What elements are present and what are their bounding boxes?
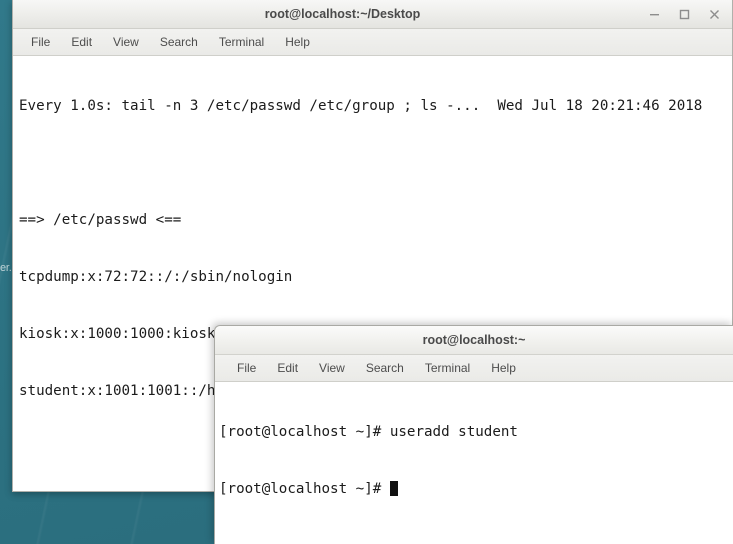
menu-help[interactable]: Help [483,359,524,377]
terminal-output-shell[interactable]: [root@localhost ~]# useradd student [roo… [215,382,733,537]
minimize-icon[interactable] [646,6,662,22]
menu-search[interactable]: Search [152,33,206,51]
window-titlebar-shell[interactable]: root@localhost:~ [215,326,733,355]
menu-file[interactable]: File [23,33,58,51]
menu-view[interactable]: View [311,359,353,377]
terminal-line: [root@localhost ~]# useradd student [219,424,518,440]
close-icon[interactable] [706,6,722,22]
window-title-shell: root@localhost:~ [422,333,526,347]
window-titlebar-watch[interactable]: root@localhost:~/Desktop [13,0,732,29]
menu-view[interactable]: View [105,33,147,51]
menu-search[interactable]: Search [358,359,412,377]
terminal-window-shell[interactable]: root@localhost:~ File Edit View Search T… [214,325,733,544]
terminal-cursor [389,481,398,496]
menu-file[interactable]: File [229,359,264,377]
terminal-line: tcpdump:x:72:72::/:/sbin/nologin [19,269,293,285]
menu-edit[interactable]: Edit [63,33,100,51]
terminal-prompt-text: [root@localhost ~]# [219,481,390,497]
menubar-watch[interactable]: File Edit View Search Terminal Help [13,29,732,56]
window-controls-watch[interactable] [646,0,728,28]
menu-terminal[interactable]: Terminal [211,33,272,51]
menubar-shell[interactable]: File Edit View Search Terminal Help [215,355,733,382]
menu-help[interactable]: Help [277,33,318,51]
menu-terminal[interactable]: Terminal [417,359,478,377]
window-title-watch: root@localhost:~/Desktop [264,7,421,21]
terminal-line: Every 1.0s: tail -n 3 /etc/passwd /etc/g… [19,98,703,114]
maximize-icon[interactable] [676,6,692,22]
menu-edit[interactable]: Edit [269,359,306,377]
terminal-line: ==> /etc/passwd <== [19,212,182,228]
terminal-prompt-line: [root@localhost ~]# [219,480,733,499]
desktop-screen: er. root@localhost:~/Desktop File Edit V… [0,0,733,544]
desktop-icon-label-partial: er. [0,262,12,274]
